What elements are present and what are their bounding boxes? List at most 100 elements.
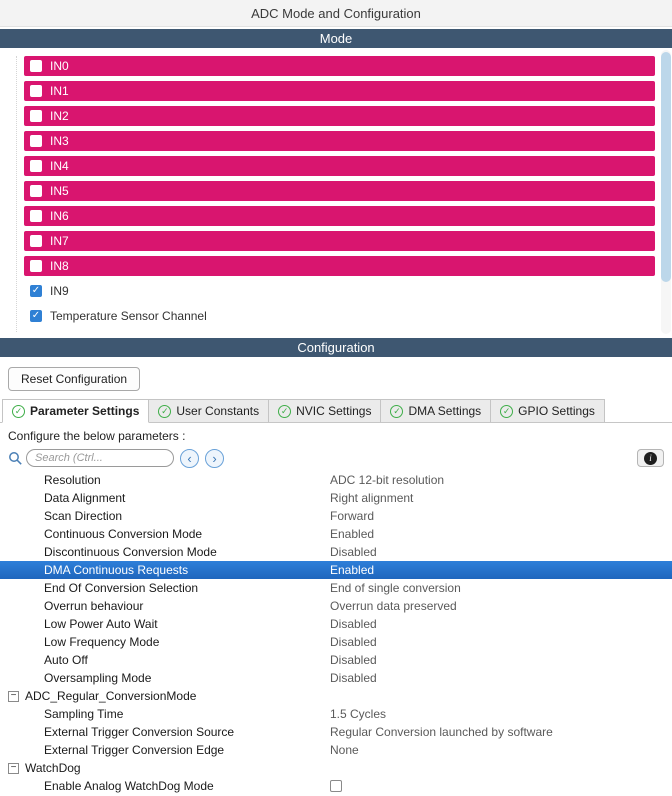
parameter-name: End Of Conversion Selection [44, 581, 199, 595]
channel-row[interactable]: IN3 [24, 131, 655, 151]
channel-checkbox[interactable] [30, 135, 42, 147]
parameter-row[interactable]: Low Power Auto Wait Disabled [0, 615, 672, 633]
channel-checkbox[interactable] [30, 235, 42, 247]
parameter-value[interactable]: Regular Conversion launched by software [330, 725, 553, 739]
parameter-name: Overrun behaviour [44, 599, 144, 613]
parameter-value[interactable]: Forward [330, 509, 374, 523]
channel-label: IN2 [50, 109, 69, 123]
parameter-value[interactable]: None [330, 743, 359, 757]
parameter-row[interactable]: End Of Conversion Selection End of singl… [0, 579, 672, 597]
check-circle-icon: ✓ [500, 404, 514, 418]
parameter-value[interactable]: Enabled [330, 527, 374, 541]
tab-label: GPIO Settings [518, 404, 595, 418]
channel-checkbox[interactable] [30, 260, 42, 272]
parameter-row[interactable]: DMA Continuous Requests Enabled [0, 561, 672, 579]
parameter-name: Low Frequency Mode [44, 635, 160, 649]
channel-label: IN8 [50, 259, 69, 273]
parameter-value[interactable]: Overrun data preserved [330, 599, 457, 613]
parameter-group-row[interactable]: − WatchDog [0, 759, 672, 777]
adc-mode-configuration-panel: ADC Mode and Configuration Mode IN0 IN1 … [0, 0, 672, 796]
parameter-value[interactable]: Disabled [330, 671, 377, 685]
channel-label: IN9 [50, 284, 69, 298]
parameter-value[interactable]: Disabled [330, 635, 377, 649]
parameter-name: Oversampling Mode [44, 671, 152, 685]
channel-row[interactable]: IN6 [24, 206, 655, 226]
settings-tab[interactable]: ✓ Parameter Settings [2, 399, 150, 423]
parameter-row[interactable]: Overrun behaviour Overrun data preserved [0, 597, 672, 615]
channel-row[interactable]: IN5 [24, 181, 655, 201]
settings-tab[interactable]: ✓ GPIO Settings [490, 399, 605, 422]
mode-scrollbar[interactable] [661, 50, 671, 334]
check-circle-icon: ✓ [158, 404, 172, 418]
channel-row[interactable]: IN2 [24, 106, 655, 126]
check-circle-icon: ✓ [278, 404, 292, 418]
check-circle-icon: ✓ [12, 404, 25, 418]
tab-label: User Constants [176, 404, 260, 418]
channel-checkbox[interactable] [30, 160, 42, 172]
channel-row[interactable]: ✓ IN9 [24, 281, 655, 301]
parameter-value[interactable]: Disabled [330, 653, 377, 667]
mode-scrollbar-thumb[interactable] [661, 52, 671, 282]
channel-row[interactable]: ✓ Temperature Sensor Channel [24, 306, 655, 326]
channel-label: IN1 [50, 84, 69, 98]
parameter-value[interactable]: End of single conversion [330, 581, 461, 595]
search-previous-button[interactable]: ‹ [180, 448, 199, 468]
parameter-row[interactable]: Auto Off Disabled [0, 651, 672, 669]
channel-checkbox[interactable] [30, 210, 42, 222]
settings-tab[interactable]: ✓ DMA Settings [380, 399, 492, 422]
parameter-value[interactable]: Disabled [330, 617, 377, 631]
channel-row[interactable]: IN7 [24, 231, 655, 251]
parameter-row[interactable]: Continuous Conversion Mode Enabled [0, 525, 672, 543]
parameter-table: Resolution ADC 12-bit resolution Data Al… [0, 471, 672, 795]
channel-checkbox[interactable] [30, 85, 42, 97]
tab-label: NVIC Settings [296, 404, 372, 418]
channel-checkbox[interactable] [30, 185, 42, 197]
parameter-row[interactable]: External Trigger Conversion Source Regul… [0, 723, 672, 741]
channel-row[interactable]: IN4 [24, 156, 655, 176]
parameter-row[interactable]: Discontinuous Conversion Mode Disabled [0, 543, 672, 561]
parameter-row[interactable]: Data Alignment Right alignment [0, 489, 672, 507]
collapse-icon[interactable]: − [8, 762, 19, 774]
reset-configuration-button[interactable]: Reset Configuration [8, 367, 141, 391]
parameter-value[interactable]: ADC 12-bit resolution [330, 473, 444, 487]
collapse-icon[interactable]: − [8, 690, 19, 702]
channel-label: IN3 [50, 134, 69, 148]
channel-row[interactable]: IN0 [24, 56, 655, 76]
parameter-name: External Trigger Conversion Source [44, 725, 235, 739]
info-button[interactable]: i [637, 449, 664, 467]
parameter-value[interactable]: Enabled [330, 563, 374, 577]
parameter-value[interactable]: Right alignment [330, 491, 413, 505]
parameter-name: Sampling Time [44, 707, 124, 721]
channel-checkbox[interactable]: ✓ [30, 285, 42, 297]
parameter-row[interactable]: Scan Direction Forward [0, 507, 672, 525]
parameter-row[interactable]: External Trigger Conversion Edge None [0, 741, 672, 759]
parameter-value[interactable]: 1.5 Cycles [330, 707, 386, 721]
settings-tab[interactable]: ✓ User Constants [148, 399, 270, 422]
channel-label: IN5 [50, 184, 69, 198]
parameter-row[interactable]: Enable Analog WatchDog Mode [0, 777, 672, 795]
search-next-button[interactable]: › [205, 448, 224, 468]
configuration-section-body: Reset Configuration ✓ Parameter Settings… [0, 357, 672, 796]
parameter-row[interactable]: Resolution ADC 12-bit resolution [0, 471, 672, 489]
tab-label: Parameter Settings [30, 404, 140, 418]
channel-label: Temperature Sensor Channel [50, 309, 207, 323]
channel-row[interactable]: IN1 [24, 81, 655, 101]
parameter-name: Resolution [44, 473, 101, 487]
parameter-name: Data Alignment [44, 491, 126, 505]
configure-parameters-label: Configure the below parameters : [8, 429, 186, 443]
mode-section-header: Mode [0, 29, 672, 48]
parameter-row[interactable]: Oversampling Mode Disabled [0, 669, 672, 687]
parameter-row[interactable]: Low Frequency Mode Disabled [0, 633, 672, 651]
mode-section-body: IN0 IN1 IN2 IN3 IN4 IN5 IN6 IN7 IN8 ✓ IN… [0, 48, 672, 336]
parameter-value[interactable]: Disabled [330, 545, 377, 559]
channel-checkbox[interactable] [30, 110, 42, 122]
channel-checkbox[interactable] [30, 60, 42, 72]
parameter-row[interactable]: Sampling Time 1.5 Cycles [0, 705, 672, 723]
settings-tab[interactable]: ✓ NVIC Settings [268, 399, 382, 422]
parameter-checkbox[interactable] [330, 780, 342, 792]
search-input[interactable] [26, 449, 174, 467]
channel-label: IN7 [50, 234, 69, 248]
parameter-group-row[interactable]: − ADC_Regular_ConversionMode [0, 687, 672, 705]
channel-checkbox[interactable]: ✓ [30, 310, 42, 322]
channel-row[interactable]: IN8 [24, 256, 655, 276]
